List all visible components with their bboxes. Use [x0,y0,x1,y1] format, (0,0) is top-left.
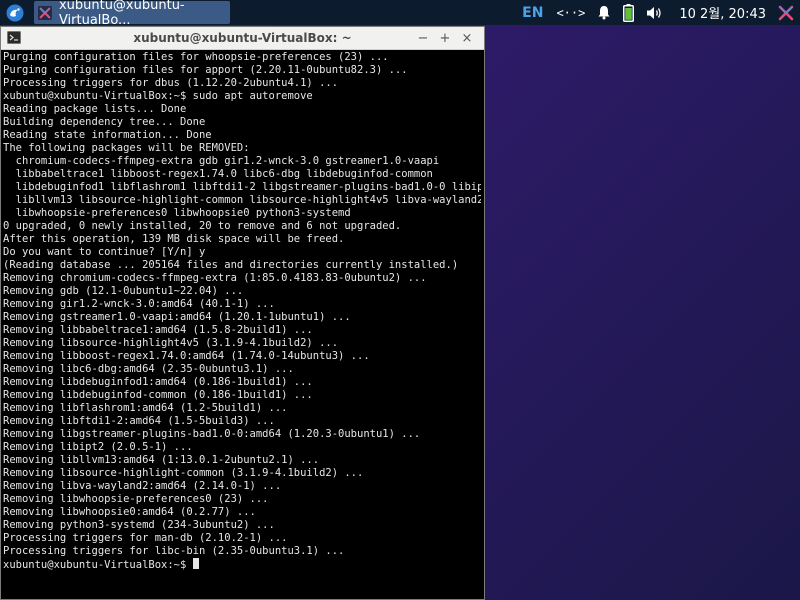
terminal-line: Removing libdebuginfod1:amd64 (0.186-1bu… [3,376,313,388]
terminal-line: (Reading database ... 205164 files and d… [3,259,459,271]
text-cursor [192,558,199,569]
maximize-button[interactable]: + [434,31,456,46]
terminal-line: Removing chromium-codecs-ffmpeg-extra (1… [3,272,427,284]
terminal-line: Processing triggers for dbus (1.12.20-2u… [3,77,339,89]
xubuntu-logo-icon[interactable] [778,5,794,21]
clock[interactable]: 10 2월, 20:43 [679,3,766,22]
keyboard-layout-indicator[interactable]: EN [522,5,543,21]
terminal-line: Removing libwhoopsie0:amd64 (0.2.77) ... [3,506,256,518]
window-controls: − + × [412,27,478,49]
terminal-line: Removing libipt2 (2.0.5-1) ... [3,441,193,453]
whisker-menu-icon [6,4,24,21]
terminal-app-icon [38,5,52,20]
terminal-line: libwhoopsie-preferences0 libwhoopsie0 py… [3,207,351,219]
terminal-prompt-line: xubuntu@xubuntu-VirtualBox:~$ [3,558,481,571]
terminal-line: Removing libwhoopsie-preferences0 (23) .… [3,493,269,505]
window-titlebar[interactable]: xubuntu@xubuntu-VirtualBox: ~ − + × [1,27,484,50]
terminal-line: Removing libflashrom1:amd64 (1.2-5build1… [3,402,288,414]
terminal-line: Purging configuration files for whoopsie… [3,51,389,63]
terminal-line: Building dependency tree... Done [3,116,206,128]
terminal-line: Removing libllvm13:amd64 (1:13.0.1-2ubun… [3,454,320,466]
close-button[interactable]: × [456,31,478,46]
volume-icon[interactable] [646,6,663,20]
top-panel: xubuntu@xubuntu-VirtualBo... EN <··> 10 … [0,0,800,28]
terminal-line: Removing libsource-highlight4v5 (3.1.9-4… [3,337,339,349]
battery-icon[interactable] [623,3,635,22]
network-icon[interactable]: <··> [556,6,585,20]
terminal-line: chromium-codecs-ffmpeg-extra gdb gir1.2-… [3,155,440,167]
terminal-line: Removing python3-systemd (234-3ubuntu2) … [3,519,275,531]
minimize-button[interactable]: − [412,31,434,46]
terminal-window: xubuntu@xubuntu-VirtualBox: ~ − + × Purg… [0,26,485,600]
terminal-line: Removing libdebuginfod-common (0.186-1bu… [3,389,313,401]
notification-bell-icon[interactable] [597,5,611,20]
terminal-output[interactable]: Purging configuration files for whoopsie… [3,51,481,571]
terminal-line: Processing triggers for man-db (2.10.2-1… [3,532,288,544]
terminal-line: The following packages will be REMOVED: [3,142,250,154]
terminal-line: xubuntu@xubuntu-VirtualBox:~$ sudo apt a… [3,90,313,102]
terminal-line: After this operation, 139 MB disk space … [3,233,345,245]
terminal-line: libbabeltrace1 libboost-regex1.74.0 libc… [3,168,433,180]
terminal-line: Removing libbabeltrace1:amd64 (1.5.8-2bu… [3,324,313,336]
terminal-line: Do you want to continue? [Y/n] y [3,246,206,258]
terminal-line: 0 upgraded, 0 newly installed, 20 to rem… [3,220,402,232]
terminal-line: Purging configuration files for apport (… [3,64,408,76]
taskbar-button-label: xubuntu@xubuntu-VirtualBo... [58,0,185,28]
system-tray: EN <··> 10 2월, 20:43 [522,0,800,25]
terminal-line: Reading package lists... Done [3,103,187,115]
shell-prompt: xubuntu@xubuntu-VirtualBox:~$ [3,559,193,571]
terminal-line: Removing libgstreamer-plugins-bad1.0-0:a… [3,428,421,440]
terminal-line: Removing gdb (12.1-0ubuntu1~22.04) ... [3,285,244,297]
terminal-line: libllvm13 libsource-highlight-common lib… [3,194,481,206]
terminal-line: Removing gir1.2-wnck-3.0:amd64 (40.1-1) … [3,298,275,310]
taskbar-terminal-button[interactable]: xubuntu@xubuntu-VirtualBo... [34,0,230,28]
terminal-line: Removing libftdi1-2:amd64 (1.5-5build3) … [3,415,275,427]
terminal-line: Reading state information... Done [3,129,212,141]
whisker-menu-button[interactable] [0,0,30,25]
terminal-line: Removing libc6-dbg:amd64 (2.35-0ubuntu3.… [3,363,294,375]
terminal-line: libdebuginfod1 libflashrom1 libftdi1-2 l… [3,181,481,193]
terminal-line: Removing libva-wayland2:amd64 (2.14.0-1)… [3,480,282,492]
terminal-line: Removing libsource-highlight-common (3.1… [3,467,364,479]
terminal-line: Removing gstreamer1.0-vaapi:amd64 (1.20.… [3,311,351,323]
terminal-line: Removing libboost-regex1.74.0:amd64 (1.7… [3,350,370,362]
terminal-line: Processing triggers for libc-bin (2.35-0… [3,545,345,557]
